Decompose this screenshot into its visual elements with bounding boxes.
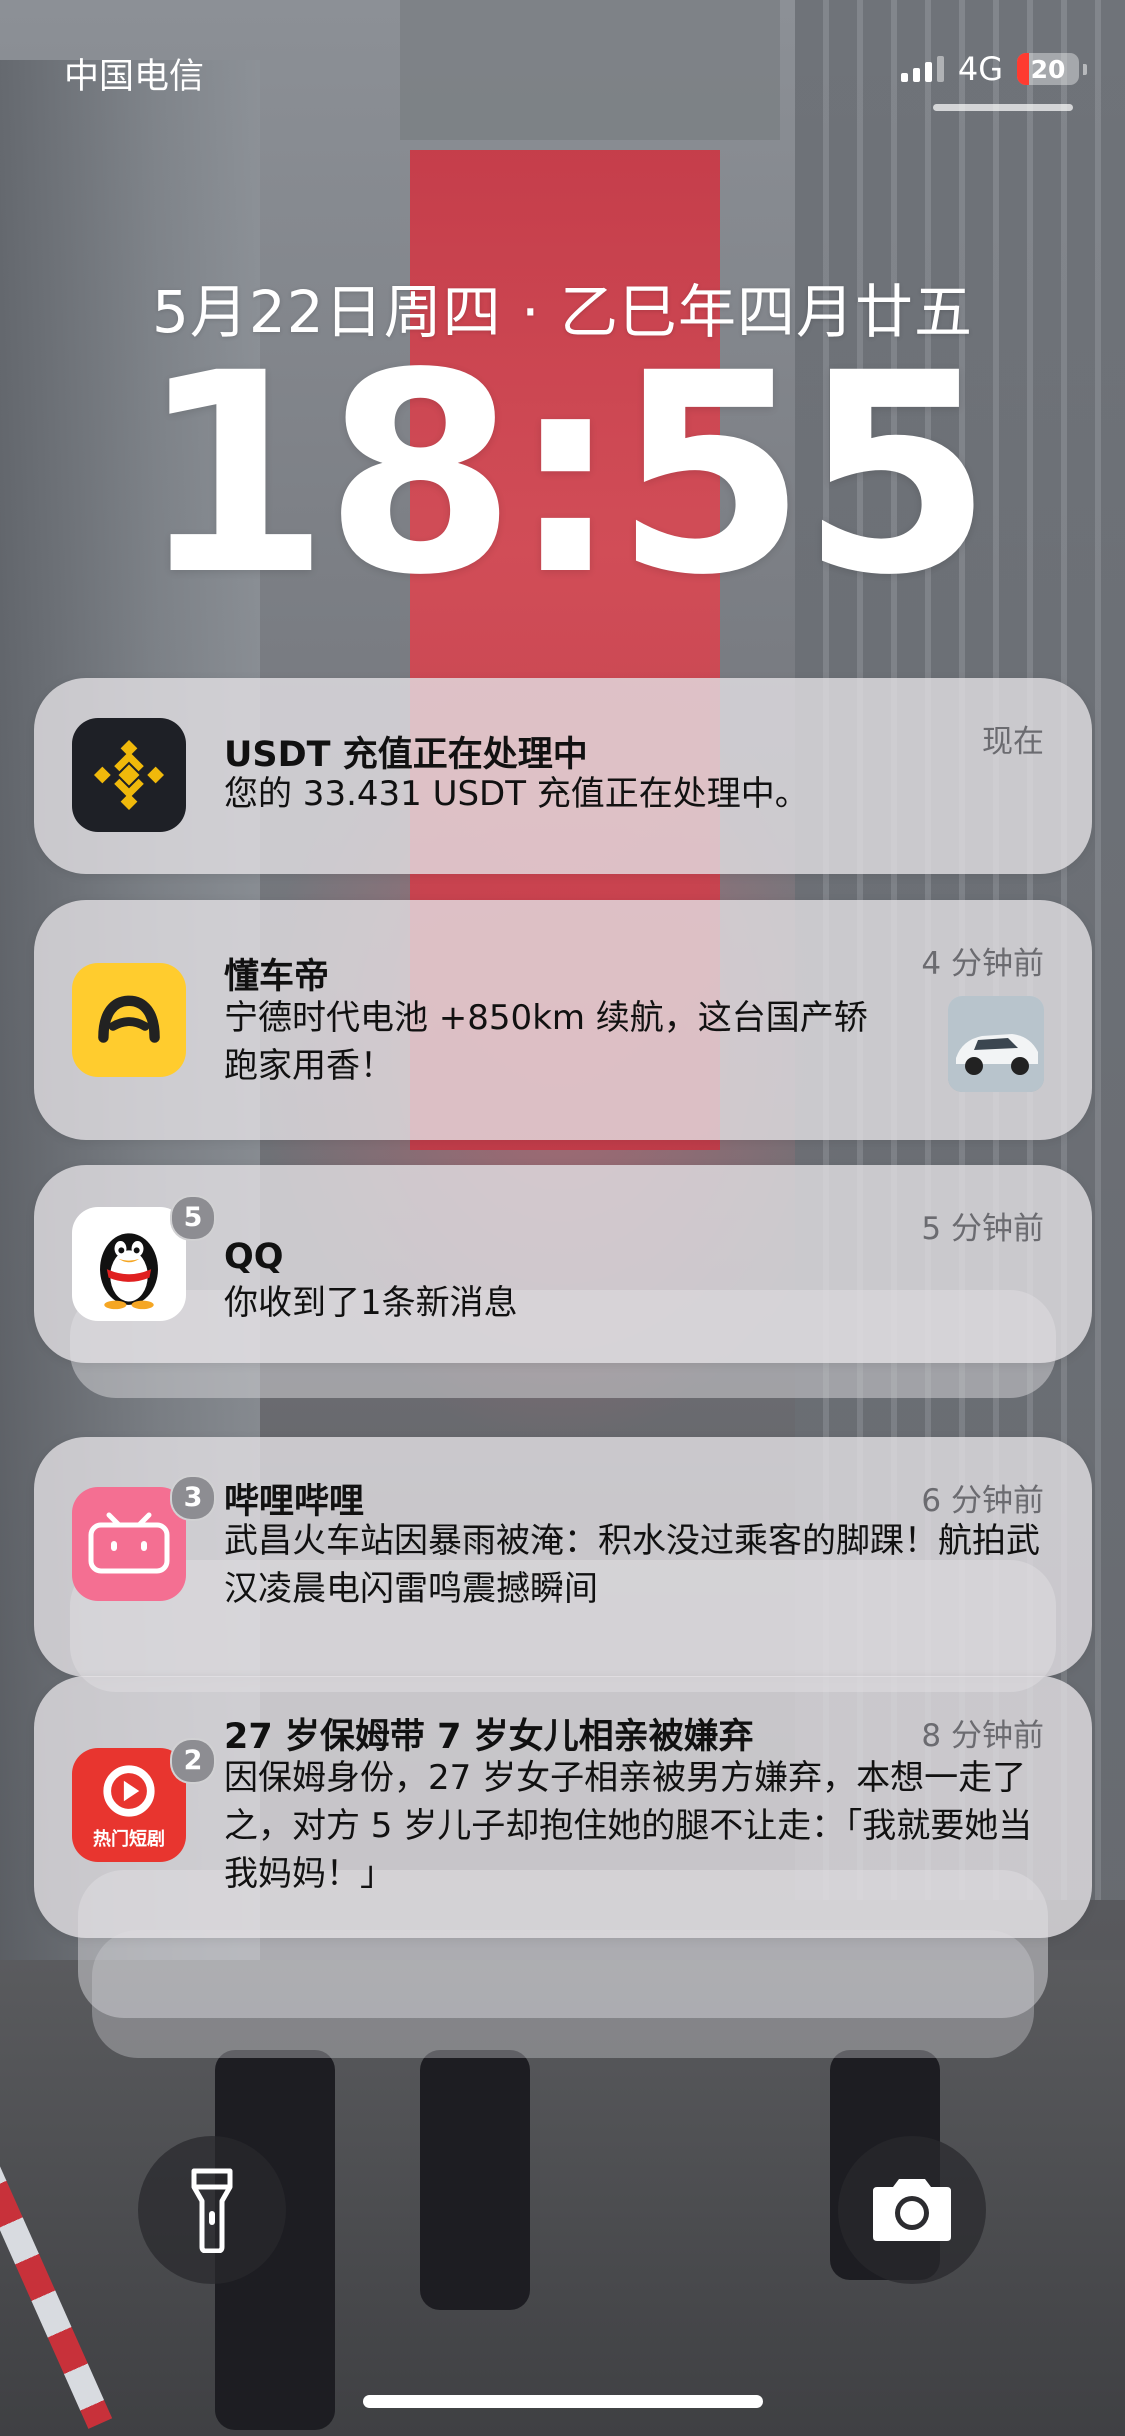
notification-body: 你收到了1条新消息: [224, 1283, 518, 1323]
battery-tip: [1083, 63, 1087, 75]
flashlight-button[interactable]: [138, 2136, 286, 2284]
short-drama-icon: 热门短剧: [72, 1748, 186, 1862]
flashlight-icon: [191, 2168, 233, 2253]
notification-count-badge: 5: [170, 1195, 216, 1241]
notification-body: 因保姆身份，27 岁女子相亲被男方嫌弃，本想一走了之，对方 5 岁儿子却抱住她的…: [224, 1758, 1033, 1894]
battery-icon: 20: [1017, 53, 1079, 85]
notification-body: 武昌火车站因暴雨被淹：积水没过乘客的脚踝！航拍武汉凌晨电闪雷鸣震撼瞬间: [224, 1521, 1040, 1609]
notification-qq[interactable]: 5 QQ 你收到了1条新消息 5 分钟前: [34, 1165, 1092, 1363]
bilibili-icon: [72, 1487, 186, 1601]
dongchedi-icon: [72, 963, 186, 1077]
carrier-label: 中国电信: [64, 57, 205, 97]
notification-body: 宁德时代电池 +850km 续航，这台国产轿跑家用香！: [224, 998, 868, 1086]
cellular-signal-icon: [900, 56, 944, 82]
notification-short-drama[interactable]: 热门短剧 2 27 岁保姆带 7 岁女儿相亲被嫌弃 因保姆身份，27 岁女子相亲…: [34, 1676, 1092, 1938]
camera-button[interactable]: [838, 2136, 986, 2284]
notification-dongchedi[interactable]: 懂车帝 宁德时代电池 +850km 续航，这台国产轿跑家用香！ 4 分钟前: [34, 900, 1092, 1140]
wallpaper-sign-frame: [400, 0, 780, 140]
notification-time: 4 分钟前: [921, 946, 1044, 982]
notification-time: 6 分钟前: [921, 1483, 1044, 1519]
status-indicators: 4G 20: [900, 50, 1087, 88]
notification-time: 现在: [982, 724, 1044, 760]
notification-count-badge: 3: [170, 1475, 216, 1521]
car-thumbnail-image: [948, 996, 1044, 1092]
notification-title: 懂车帝: [224, 957, 330, 997]
app-icon-caption: 热门短剧: [93, 1829, 165, 1850]
notification-title: QQ: [224, 1237, 284, 1277]
battery-percent: 20: [1030, 55, 1066, 84]
home-indicator[interactable]: [363, 2395, 763, 2408]
control-center-indicator[interactable]: [933, 104, 1073, 111]
qq-penguin-icon: [72, 1207, 186, 1321]
wallpaper-pedestrian: [420, 2050, 530, 2310]
notification-stack-layer: [92, 1930, 1034, 2058]
notification-body: 您的 33.431 USDT 充值正在处理中。: [224, 774, 809, 814]
notification-time: 8 分钟前: [921, 1718, 1044, 1754]
notification-title: 27 岁保姆带 7 岁女儿相亲被嫌弃: [224, 1717, 754, 1757]
notification-binance[interactable]: USDT 充值正在处理中 您的 33.431 USDT 充值正在处理中。 现在: [34, 678, 1092, 874]
notification-count-badge: 2: [170, 1738, 216, 1784]
network-type: 4G: [957, 50, 1003, 88]
notification-time: 5 分钟前: [921, 1211, 1044, 1247]
camera-icon: [873, 2179, 951, 2241]
lock-time: 18:55: [138, 315, 993, 636]
binance-icon: [72, 718, 186, 832]
notification-bilibili[interactable]: 3 哔哩哔哩 武昌火车站因暴雨被淹：积水没过乘客的脚踝！航拍武汉凌晨电闪雷鸣震撼…: [34, 1437, 1092, 1677]
